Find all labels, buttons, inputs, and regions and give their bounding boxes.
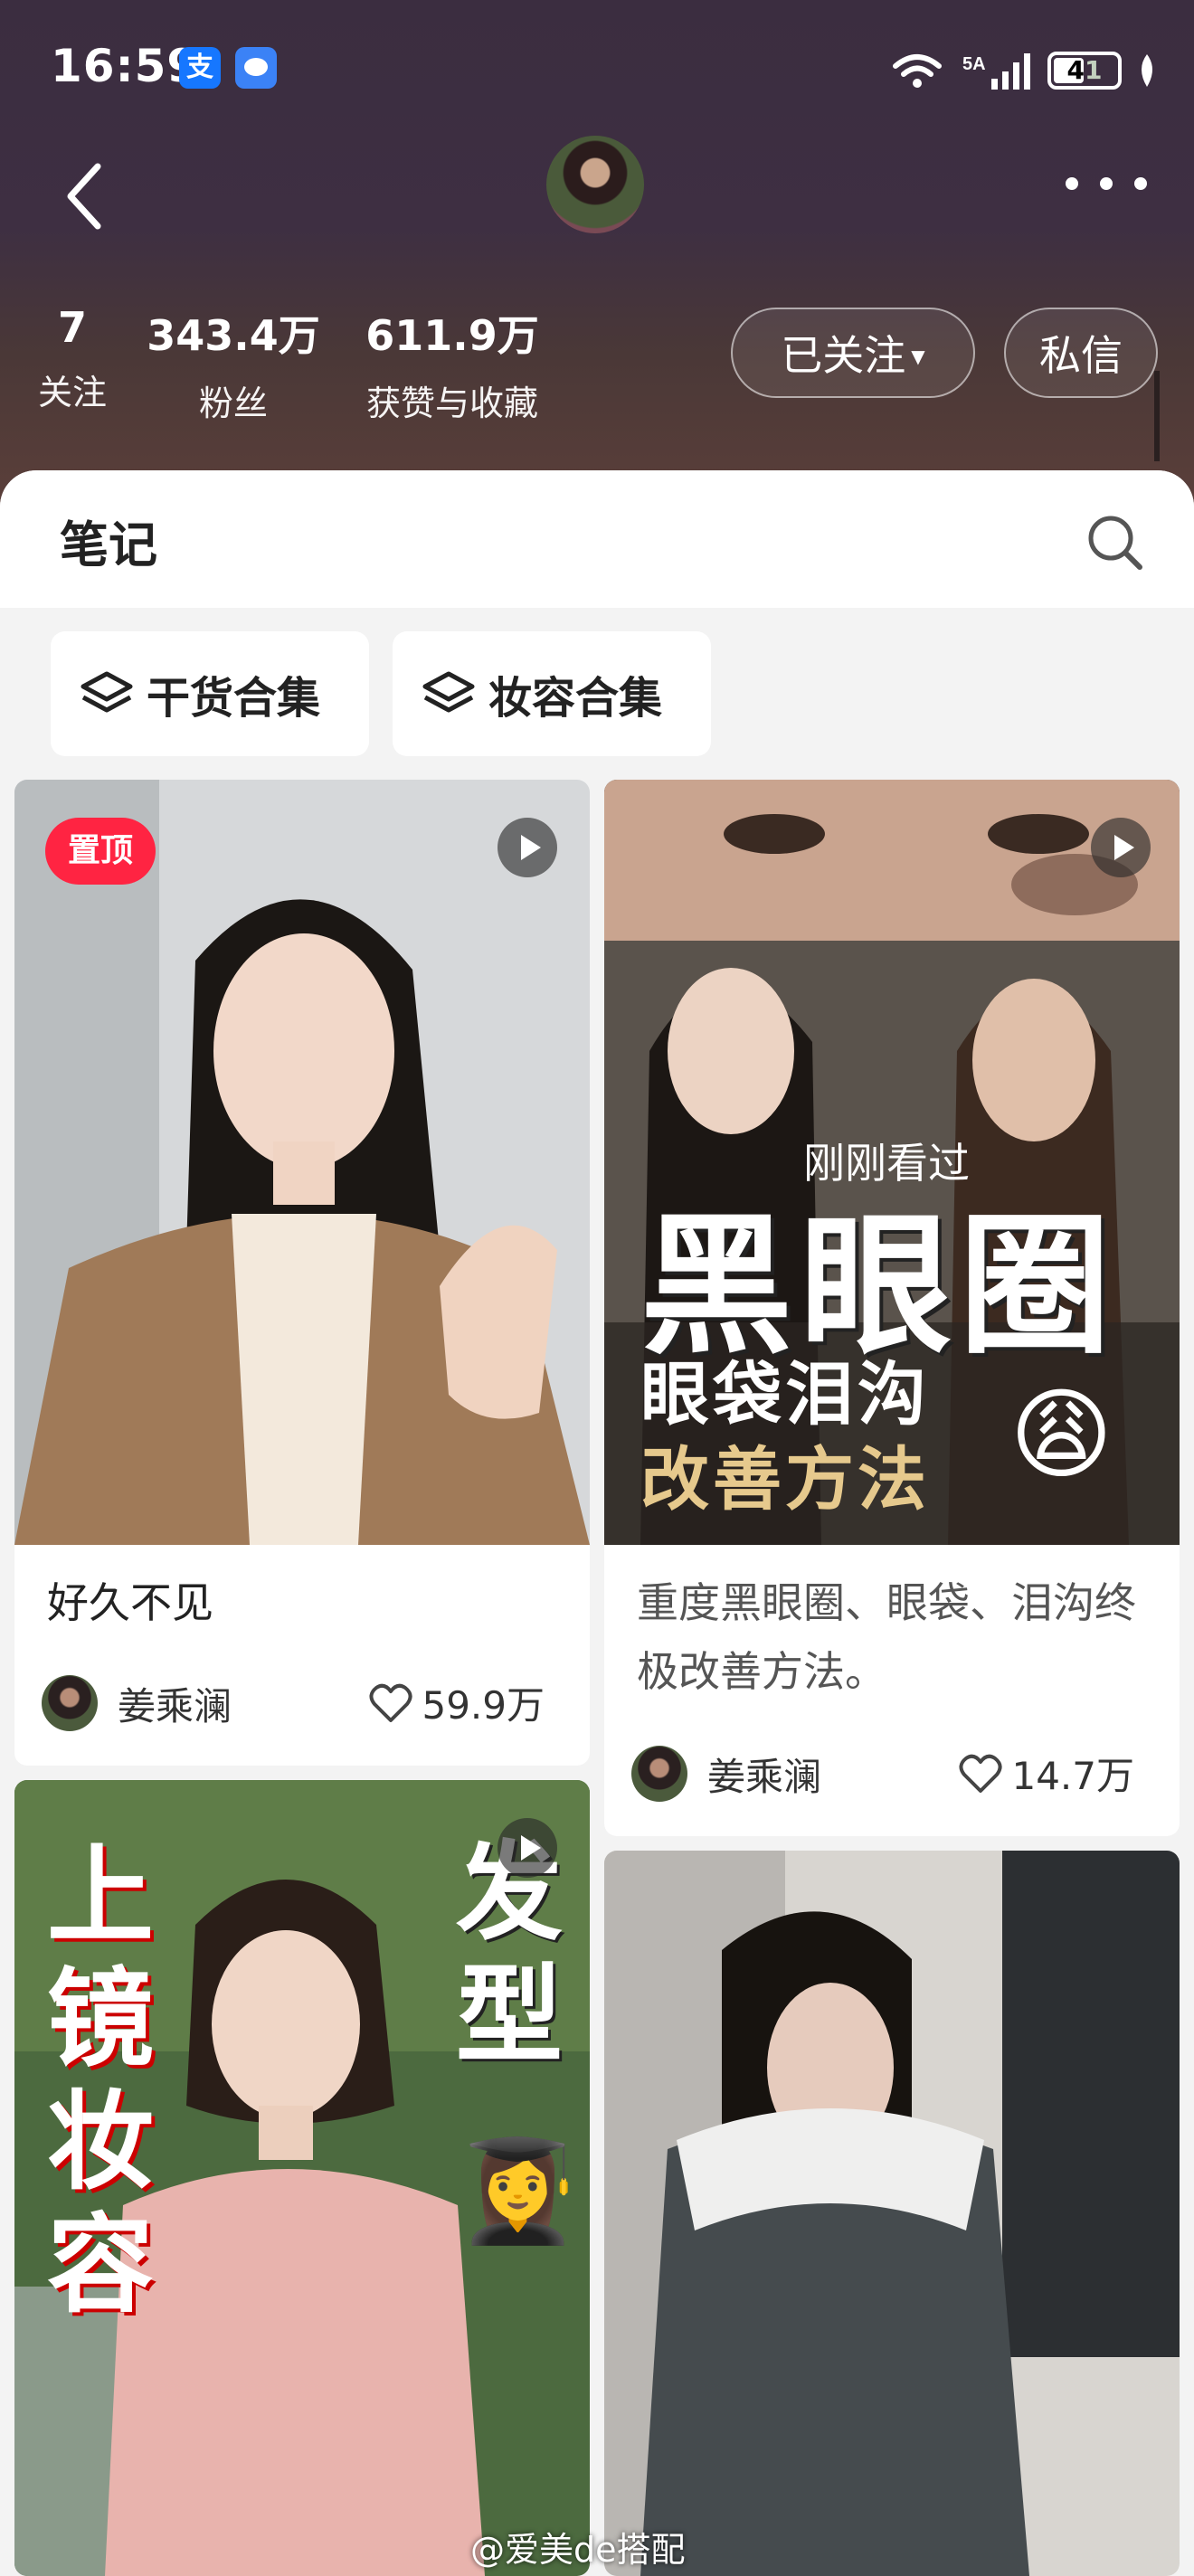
collection-chip-makeup[interactable]: 妆容合集 <box>393 631 711 756</box>
message-app-icon <box>235 47 277 89</box>
heart-icon <box>369 1683 412 1722</box>
note-author[interactable]: 姜乘澜 <box>42 1675 232 1731</box>
stat-following[interactable]: 7 关注 <box>36 303 109 414</box>
note-title: 好久不见 <box>47 1578 213 1627</box>
collection-chip-dry-goods[interactable]: 干货合集 <box>51 631 369 756</box>
student-emoji: 👩‍🎓 <box>456 2133 580 2249</box>
search-icon[interactable] <box>1084 511 1147 574</box>
message-button[interactable]: 私信 <box>1004 308 1158 398</box>
cover-subtitle-2: 改善方法 <box>640 1439 930 1520</box>
stat-likes-collections[interactable]: 611.9万 获赞与收藏 <box>351 303 554 425</box>
battery-icon: 41 <box>1047 52 1122 90</box>
tab-notes[interactable]: 笔记 <box>60 505 157 576</box>
chip-label: 妆容合集 <box>488 673 663 724</box>
chip-label: 干货合集 <box>147 673 321 724</box>
cover-text-left: 上镜妆容 <box>47 1833 155 2327</box>
like-button[interactable]: 14.7万 <box>959 1746 1134 1801</box>
video-play-icon <box>498 1818 557 1878</box>
signal-icon: 5A <box>962 53 1030 90</box>
note-cover-image <box>14 780 590 1545</box>
layers-icon <box>422 671 475 713</box>
caret-down-icon: ▼ <box>911 346 925 367</box>
status-time: 16:59 <box>51 40 200 92</box>
background-pole <box>1154 371 1160 461</box>
note-card[interactable] <box>604 1851 1180 2576</box>
more-icon[interactable] <box>1066 161 1147 206</box>
like-button[interactable]: 59.9万 <box>369 1675 545 1730</box>
heart-icon <box>959 1754 1002 1793</box>
profile-avatar[interactable] <box>546 136 644 233</box>
video-play-icon <box>1091 818 1151 877</box>
note-author[interactable]: 姜乘澜 <box>631 1746 821 1802</box>
svg-text:5A: 5A <box>962 54 986 74</box>
note-card[interactable]: 刚刚看过 黑眼圈 眼袋泪沟 改善方法 😩 重度黑眼圈、眼袋、泪沟终极改善方法。 … <box>604 780 1180 1836</box>
author-avatar <box>42 1675 98 1731</box>
status-icons: 5A 41 <box>888 45 1158 96</box>
pleading-face-emoji: 😩 <box>1009 1377 1113 1492</box>
leaf-icon <box>1142 54 1152 87</box>
status-bar: 16:59 支 5A 41 <box>0 0 1194 136</box>
note-card[interactable]: 上镜妆容 发型 👩‍🎓 <box>14 1780 590 2576</box>
pinned-badge: 置顶 <box>45 818 156 885</box>
note-card[interactable]: 置顶 好久不见 姜乘澜 59.9万 <box>14 780 590 1766</box>
layers-icon <box>81 671 133 713</box>
note-cover-image <box>604 1851 1180 2576</box>
profile-header: 16:59 支 5A 41 7 关注 343.4万 粉丝 611.9万 获赞与收… <box>0 0 1194 507</box>
stat-followers[interactable]: 343.4万 粉丝 <box>145 303 322 425</box>
note-title: 重度黑眼圈、眼袋、泪沟终极改善方法。 <box>637 1578 1136 1696</box>
watermark: @爱美de搭配 <box>470 2530 686 2570</box>
followed-button[interactable]: 已关注 ▼ <box>731 308 975 398</box>
author-avatar <box>631 1746 687 1802</box>
alipay-icon: 支 <box>179 47 221 89</box>
tab-bar: 笔记 <box>0 470 1194 608</box>
wifi-icon <box>893 54 942 88</box>
back-icon[interactable] <box>54 156 118 237</box>
video-play-icon <box>498 818 557 877</box>
